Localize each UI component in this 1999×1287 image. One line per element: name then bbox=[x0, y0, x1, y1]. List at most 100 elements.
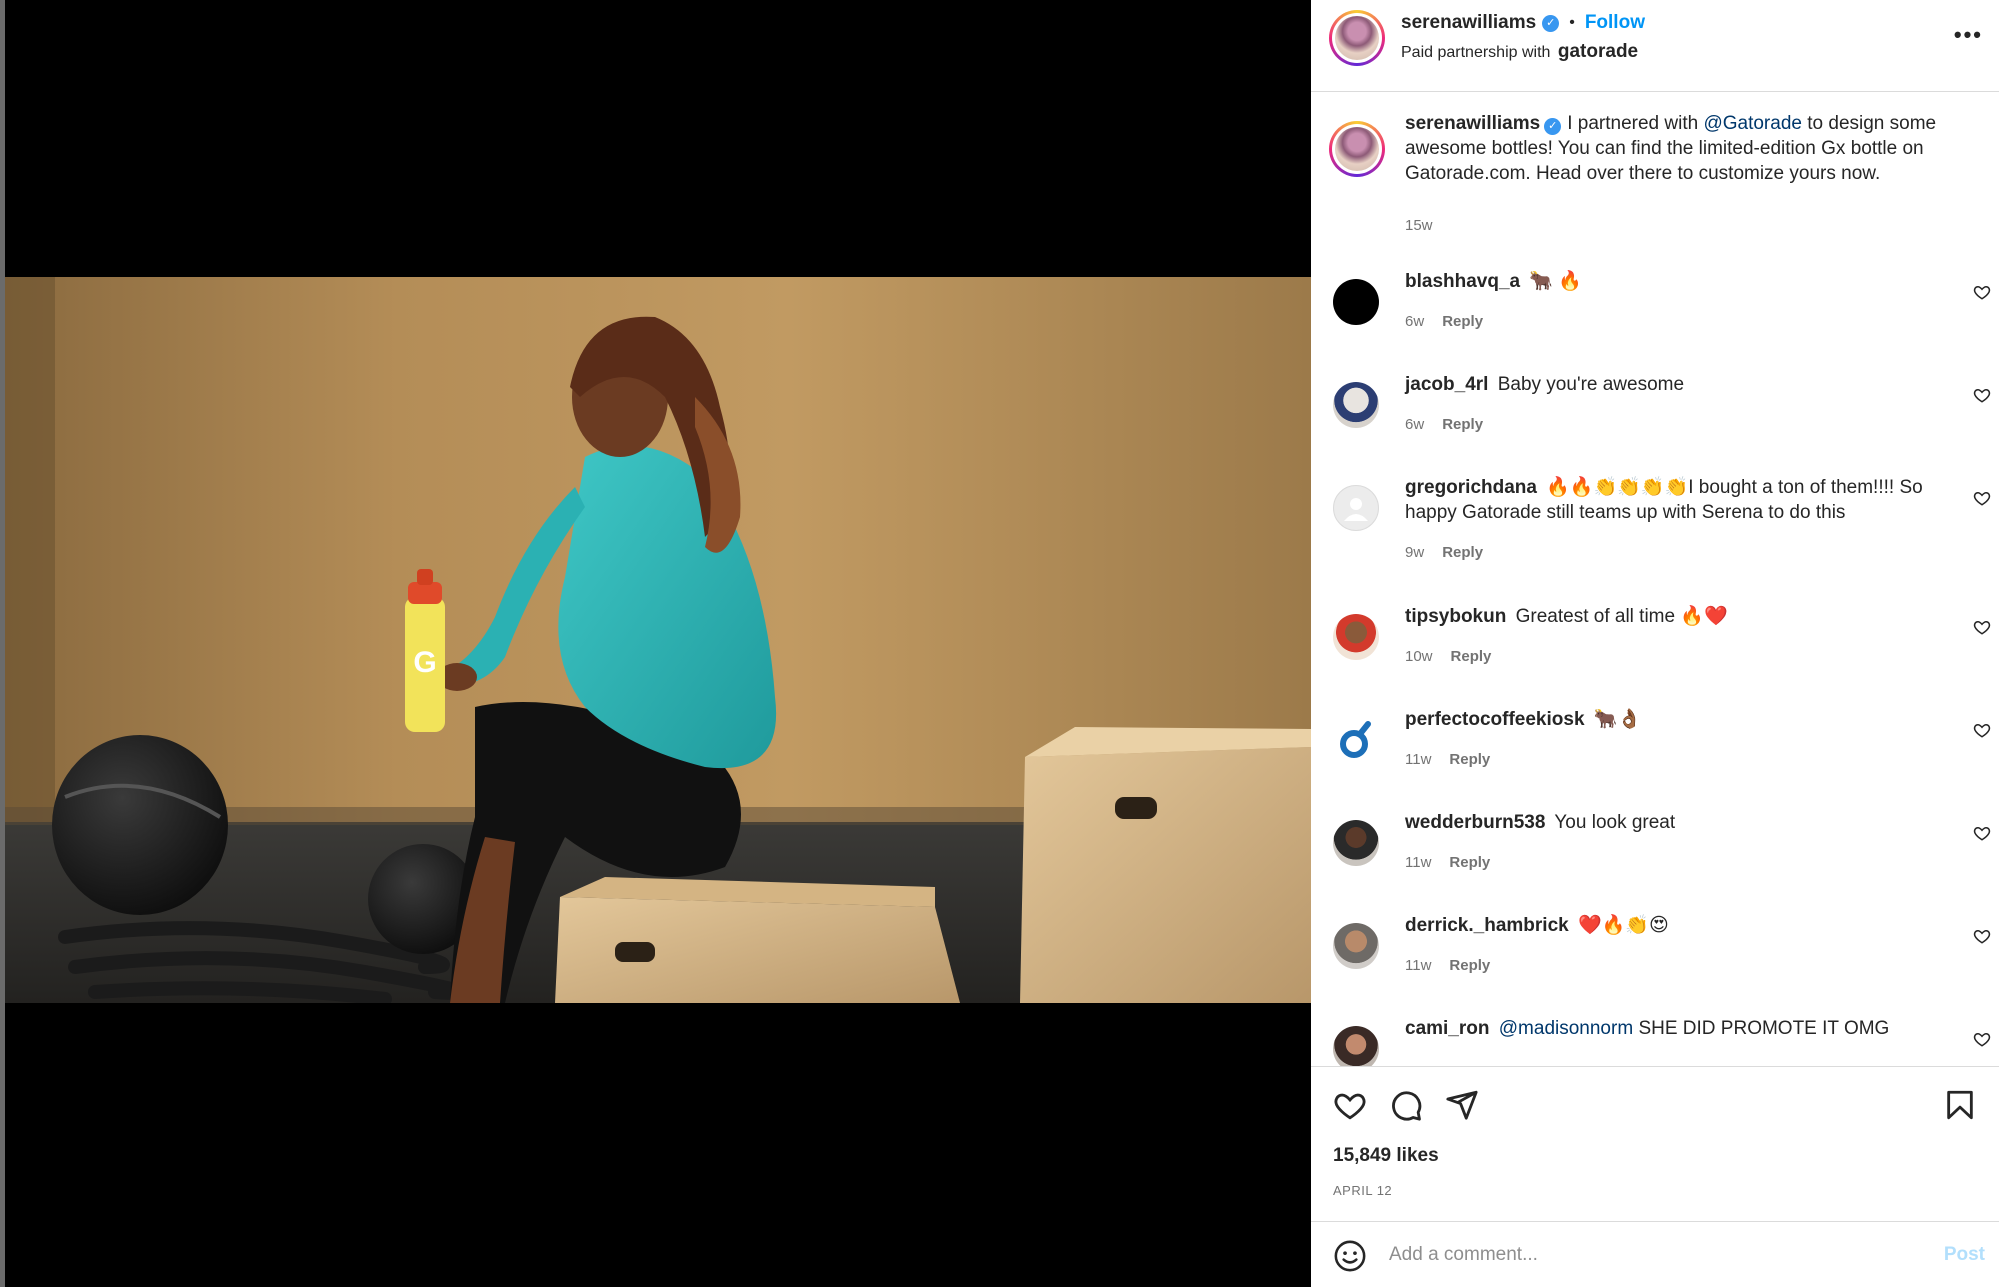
photo-illustration: G bbox=[5, 277, 1311, 1003]
comment-bubble-icon[interactable] bbox=[1389, 1088, 1423, 1122]
reply-button[interactable]: Reply bbox=[1449, 854, 1490, 871]
comment-mention[interactable]: @madisonnorm bbox=[1499, 1018, 1633, 1039]
author-avatar[interactable] bbox=[1329, 10, 1385, 66]
coffee-kiosk-logo-icon bbox=[1340, 721, 1371, 758]
reply-button[interactable]: Reply bbox=[1451, 648, 1492, 665]
post-photo: G bbox=[5, 277, 1311, 1003]
caption-text: serenawilliams ✓ I partnered with @Gatorad… bbox=[1405, 111, 1975, 186]
comment-item: derrick._hambrick ❤️🔥👏😍 11w Reply bbox=[1311, 913, 1999, 1013]
comment-like-heart-icon[interactable] bbox=[1973, 283, 1991, 301]
caption-text-before: I partnered with bbox=[1567, 113, 1699, 134]
commenter-username[interactable]: wedderburn538 bbox=[1405, 812, 1545, 833]
verified-badge-icon: ✓ bbox=[1542, 14, 1560, 32]
comment-meta: 11w Reply bbox=[1405, 957, 1490, 974]
comment-item: blashhavq_a 🐂 🔥 6w Reply bbox=[1311, 269, 1999, 369]
like-heart-icon[interactable] bbox=[1333, 1088, 1367, 1122]
comment-item: tipsybokun Greatest of all time 🔥❤️ 10w … bbox=[1311, 604, 1999, 704]
reply-button[interactable]: Reply bbox=[1442, 313, 1483, 330]
comment-time[interactable]: 11w bbox=[1405, 957, 1431, 974]
reply-button[interactable]: Reply bbox=[1449, 957, 1490, 974]
comment-time[interactable]: 10w bbox=[1405, 648, 1433, 665]
comment-like-heart-icon[interactable] bbox=[1973, 489, 1991, 507]
author-username[interactable]: serenawilliams bbox=[1401, 12, 1536, 34]
commenter-username[interactable]: cami_ron bbox=[1405, 1018, 1489, 1039]
comment-like-heart-icon[interactable] bbox=[1973, 386, 1991, 404]
comment-meta: 11w Reply bbox=[1405, 751, 1490, 768]
comment-time[interactable]: 11w bbox=[1405, 854, 1431, 871]
comment-like-heart-icon[interactable] bbox=[1973, 927, 1991, 945]
comment-time[interactable]: 6w bbox=[1405, 313, 1424, 330]
likes-count[interactable]: 15,849 likes bbox=[1333, 1145, 1439, 1167]
comment-item: wedderburn538 You look great 11w Reply bbox=[1311, 810, 1999, 910]
comment-body: ❤️🔥👏😍 bbox=[1577, 915, 1669, 936]
default-user-icon bbox=[1344, 498, 1368, 521]
caption-timestamp[interactable]: 15w bbox=[1405, 217, 1433, 234]
post-comment-button[interactable]: Post bbox=[1944, 1244, 1985, 1266]
comment-like-heart-icon[interactable] bbox=[1973, 1030, 1991, 1048]
commenter-avatar[interactable] bbox=[1333, 820, 1379, 866]
comment-meta: 11w Reply bbox=[1405, 854, 1490, 871]
commenter-username[interactable]: jacob_4rl bbox=[1405, 374, 1488, 395]
commenter-username[interactable]: derrick._hambrick bbox=[1405, 915, 1569, 936]
comment-item: perfectocoffeekiosk 🐂👌🏾 11w Reply bbox=[1311, 707, 1999, 807]
svg-text:G: G bbox=[413, 646, 436, 679]
commenter-avatar[interactable] bbox=[1333, 485, 1379, 531]
commenter-username[interactable]: perfectocoffeekiosk bbox=[1405, 709, 1585, 730]
commenter-avatar[interactable] bbox=[1333, 614, 1379, 660]
comment-meta: 10w Reply bbox=[1405, 648, 1491, 665]
partner-link[interactable]: gatorade bbox=[1558, 41, 1638, 62]
comment-body: Baby you're awesome bbox=[1497, 374, 1685, 395]
caption-username[interactable]: serenawilliams bbox=[1405, 113, 1540, 134]
comment-text: cami_ron @madisonnorm SHE DID PROMOTE IT… bbox=[1405, 1016, 1945, 1041]
comment-time[interactable]: 11w bbox=[1405, 751, 1431, 768]
commenter-avatar[interactable] bbox=[1333, 923, 1379, 969]
comment-text: wedderburn538 You look great bbox=[1405, 810, 1945, 835]
partnership-label: Paid partnership with bbox=[1401, 44, 1551, 61]
comment-item: gregorichdana 🔥🔥👏👏👏👏I bought a ton of th… bbox=[1311, 475, 1999, 605]
comment-body: SHE DID PROMOTE IT OMG bbox=[1638, 1018, 1890, 1039]
reply-button[interactable]: Reply bbox=[1449, 751, 1490, 768]
dot-separator: • bbox=[1569, 14, 1575, 31]
commenter-avatar[interactable] bbox=[1333, 279, 1379, 325]
comment-body: 🐂 🔥 bbox=[1529, 271, 1582, 292]
commenter-username[interactable]: blashhavq_a bbox=[1405, 271, 1520, 292]
post-date[interactable]: APRIL 12 bbox=[1333, 1183, 1392, 1198]
comment-meta: 6w Reply bbox=[1405, 416, 1483, 433]
share-send-icon[interactable] bbox=[1445, 1088, 1479, 1122]
comment-like-heart-icon[interactable] bbox=[1973, 824, 1991, 842]
comment-like-heart-icon[interactable] bbox=[1973, 721, 1991, 739]
post-media[interactable]: G bbox=[5, 0, 1311, 1287]
commenter-avatar[interactable] bbox=[1333, 717, 1379, 763]
reply-button[interactable]: Reply bbox=[1442, 416, 1483, 433]
comment-text: derrick._hambrick ❤️🔥👏😍 bbox=[1405, 913, 1945, 938]
comment-meta: 6w Reply bbox=[1405, 313, 1483, 330]
commenter-avatar[interactable] bbox=[1333, 1026, 1379, 1066]
comment-text: blashhavq_a 🐂 🔥 bbox=[1405, 269, 1945, 294]
comment-time[interactable]: 9w bbox=[1405, 544, 1424, 561]
caption-author-avatar[interactable] bbox=[1329, 121, 1385, 177]
comment-input[interactable] bbox=[1389, 1238, 1889, 1272]
comment-time[interactable]: 6w bbox=[1405, 416, 1424, 433]
post-header: serenawilliams ✓ • Follow Paid partnersh… bbox=[1311, 0, 1999, 74]
comment-text: jacob_4rl Baby you're awesome bbox=[1405, 372, 1945, 397]
save-bookmark-icon[interactable] bbox=[1943, 1088, 1977, 1122]
verified-badge-icon: ✓ bbox=[1544, 118, 1562, 135]
comment-body: Greatest of all time 🔥❤️ bbox=[1515, 606, 1728, 627]
comment-body: You look great bbox=[1554, 812, 1676, 833]
comment-item: cami_ron @madisonnorm SHE DID PROMOTE IT… bbox=[1311, 1016, 1999, 1066]
caption-mention[interactable]: @Gatorade bbox=[1703, 113, 1802, 134]
reply-button[interactable]: Reply bbox=[1442, 544, 1483, 561]
comment-meta: 9w Reply bbox=[1405, 544, 1483, 561]
paid-partnership-line: Paid partnership with gatorade bbox=[1401, 41, 1638, 63]
comment-like-heart-icon[interactable] bbox=[1973, 618, 1991, 636]
commenter-username[interactable]: tipsybokun bbox=[1405, 606, 1506, 627]
add-comment-bar: Post bbox=[1311, 1221, 1999, 1287]
more-options-icon[interactable]: ••• bbox=[1954, 22, 1983, 48]
emoji-icon[interactable] bbox=[1333, 1239, 1367, 1273]
follow-button[interactable]: Follow bbox=[1585, 12, 1645, 34]
commenter-avatar[interactable] bbox=[1333, 382, 1379, 428]
commenter-username[interactable]: gregorichdana bbox=[1405, 477, 1537, 498]
comment-text: gregorichdana 🔥🔥👏👏👏👏I bought a ton of th… bbox=[1405, 475, 1945, 525]
comment-item: jacob_4rl Baby you're awesome 6w Reply bbox=[1311, 372, 1999, 472]
comments-list[interactable]: serenawilliams ✓ I partnered with @Gatorad… bbox=[1311, 91, 1999, 1066]
